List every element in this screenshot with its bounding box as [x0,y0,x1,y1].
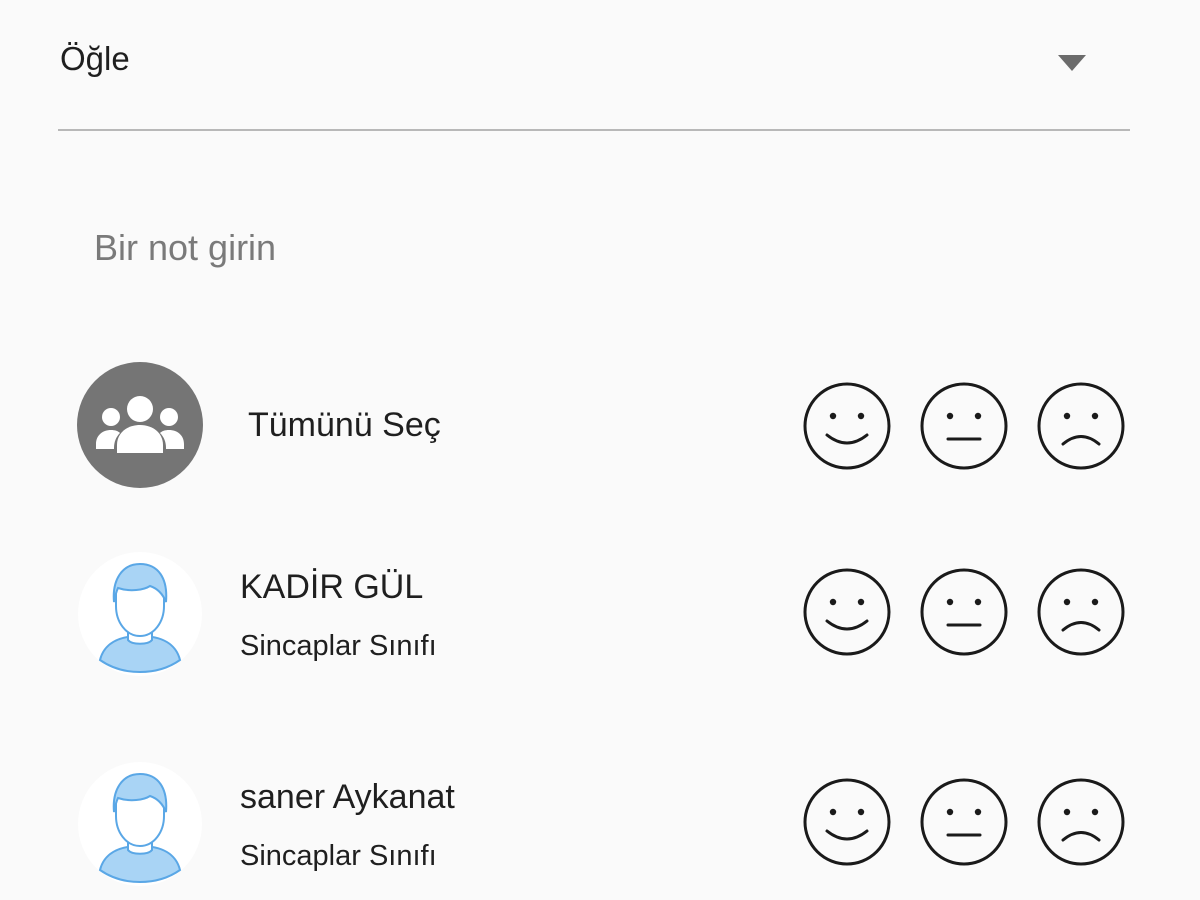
arrow-drop-down-icon [1058,55,1086,71]
group-icon [77,362,203,488]
sad-face-icon[interactable] [1036,567,1126,657]
meal-time-dropdown[interactable]: Öğle [58,20,1130,131]
select-all-label: Tümünü Seç [248,406,441,444]
select-all-row[interactable]: Tümünü Seç [0,350,1200,500]
student-row[interactable]: saner Aykanat Sincaplar Sınıfı [0,758,1200,900]
student-row[interactable]: KADİR GÜL Sincaplar Sınıfı [0,548,1200,698]
student-avatar-icon [76,760,204,888]
student-class: Sincaplar Sınıfı [240,840,437,872]
happy-face-icon[interactable] [802,381,892,471]
note-input[interactable] [94,218,994,278]
student-class: Sincaplar Sınıfı [240,630,437,662]
happy-face-icon[interactable] [802,567,892,657]
sad-face-icon[interactable] [1036,381,1126,471]
neutral-face-icon[interactable] [919,777,1009,867]
happy-face-icon[interactable] [802,777,892,867]
meal-evaluation-screen: Öğle Tümünü Seç [0,0,1200,900]
student-name: KADİR GÜL [240,568,424,606]
neutral-face-icon[interactable] [919,381,1009,471]
student-avatar-icon [76,550,204,678]
student-name: saner Aykanat [240,778,455,816]
dropdown-selected-value: Öğle [60,40,130,77]
sad-face-icon[interactable] [1036,777,1126,867]
neutral-face-icon[interactable] [919,567,1009,657]
